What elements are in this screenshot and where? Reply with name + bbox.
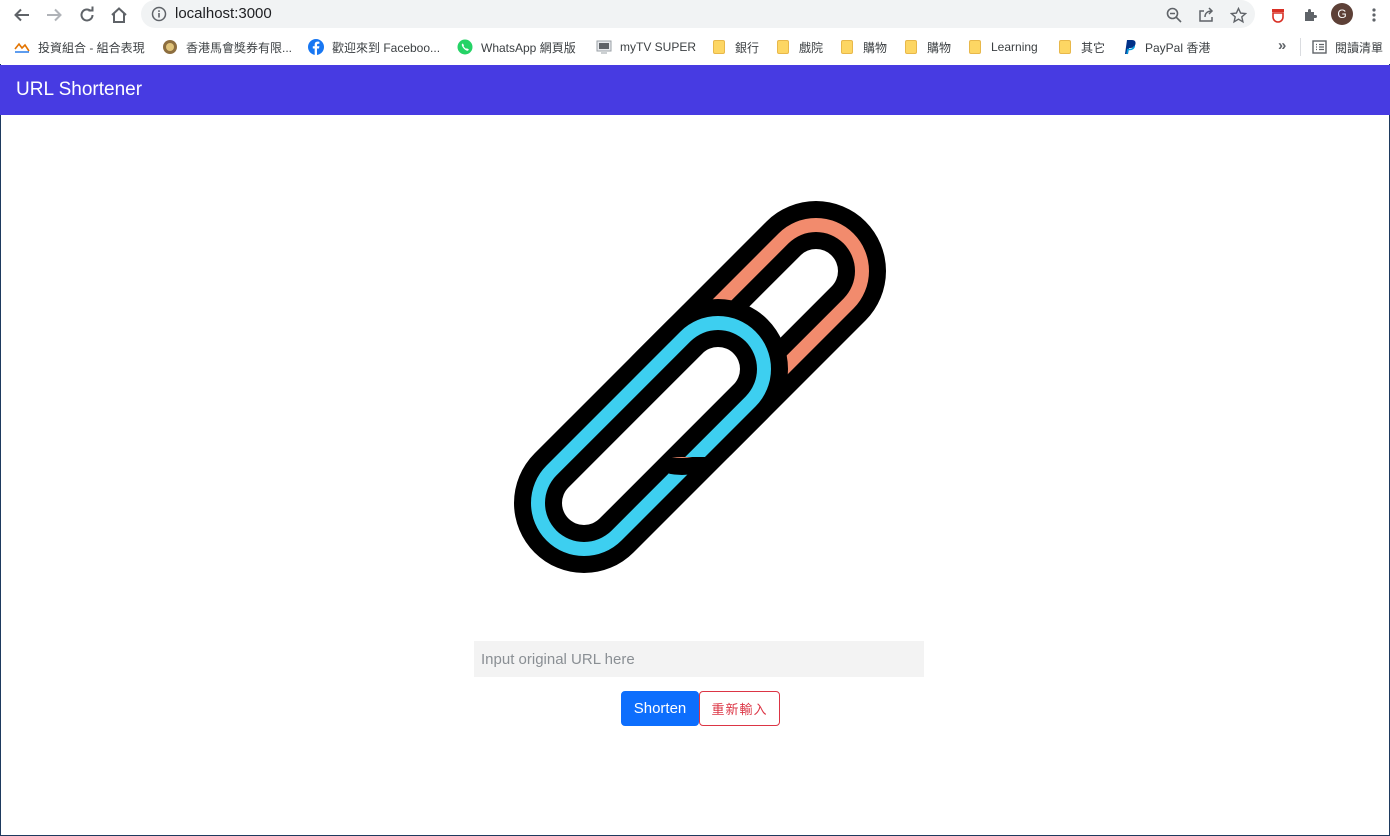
browser-toolbar: localhost:3000 G xyxy=(0,0,1390,30)
home-icon[interactable] xyxy=(108,4,130,26)
bookmark-label: Learning xyxy=(991,40,1038,54)
hkjc-icon xyxy=(162,39,178,55)
site-info-icon[interactable] xyxy=(151,6,167,27)
bookmark-label: PayPal 香港 xyxy=(1145,40,1211,55)
bookmarks-bar: 投資組合 - 組合表現 香港馬會獎券有限... 歡迎來到 Faceboo... … xyxy=(0,32,1390,62)
bookmark-folder[interactable]: 購物 xyxy=(903,38,951,56)
bookmark-label: 銀行 xyxy=(735,40,760,55)
bookmark-label: 戲院 xyxy=(799,40,824,55)
more-bookmarks-chevron[interactable]: » xyxy=(1278,36,1286,54)
bookmark-item[interactable]: 投資組合 - 組合表現 xyxy=(14,38,145,56)
bookmark-folder[interactable]: Learning xyxy=(967,38,1038,56)
reading-list-icon xyxy=(1311,39,1327,55)
bookmark-label: 購物 xyxy=(863,40,888,55)
bookmark-folder[interactable]: 購物 xyxy=(839,38,887,56)
bookmark-label: 購物 xyxy=(927,40,952,55)
original-url-input[interactable] xyxy=(474,641,924,677)
folder-icon xyxy=(967,39,983,55)
folder-icon xyxy=(1057,39,1073,55)
bookmarks-separator xyxy=(1300,38,1301,56)
reading-list-label: 閱讀清單 xyxy=(1335,40,1384,55)
bookmark-folder[interactable]: 銀行 xyxy=(711,38,759,56)
mytv-icon xyxy=(596,39,612,55)
share-icon[interactable] xyxy=(1197,6,1215,24)
bookmark-item[interactable]: 歡迎來到 Faceboo... xyxy=(308,38,440,56)
app-brand[interactable]: URL Shortener xyxy=(16,79,142,101)
zoom-icon[interactable] xyxy=(1165,6,1183,24)
app-navbar: URL Shortener xyxy=(0,65,1390,115)
facebook-icon xyxy=(308,39,324,55)
profile-avatar[interactable]: G xyxy=(1331,3,1353,25)
portfolio-icon xyxy=(14,39,30,55)
bookmark-folder[interactable]: 戲院 xyxy=(775,38,823,56)
bookmark-label: 投資組合 - 組合表現 xyxy=(38,40,145,55)
address-url: localhost:3000 xyxy=(175,5,272,22)
folder-icon xyxy=(839,39,855,55)
back-icon[interactable] xyxy=(11,4,33,26)
bookmark-item[interactable]: 香港馬會獎券有限... xyxy=(162,38,292,56)
reload-icon[interactable] xyxy=(76,4,98,26)
whatsapp-icon xyxy=(457,39,473,55)
bookmark-label: WhatsApp 網頁版 xyxy=(481,40,576,55)
bookmark-item[interactable]: myTV SUPER xyxy=(596,38,696,56)
folder-icon xyxy=(903,39,919,55)
bookmark-folder[interactable]: 其它 xyxy=(1057,38,1105,56)
bookmark-label: 歡迎來到 Faceboo... xyxy=(332,40,441,55)
reset-button[interactable]: 重新輸入 xyxy=(699,691,780,726)
bookmark-label: 香港馬會獎券有限... xyxy=(186,40,293,55)
shorten-button[interactable]: Shorten xyxy=(621,691,699,726)
bookmark-label: myTV SUPER xyxy=(620,40,697,54)
paypal-icon xyxy=(1121,39,1137,55)
address-bar[interactable]: localhost:3000 xyxy=(141,0,1255,28)
chain-link-icon xyxy=(466,157,932,623)
bookmark-label: 其它 xyxy=(1081,40,1106,55)
bookmark-star-icon[interactable] xyxy=(1229,6,1247,24)
bookmark-item[interactable]: PayPal 香港 xyxy=(1121,38,1210,56)
forward-icon[interactable] xyxy=(43,4,65,26)
extension-shield-icon[interactable] xyxy=(1267,4,1289,26)
extensions-puzzle-icon[interactable] xyxy=(1299,4,1321,26)
folder-icon xyxy=(711,39,727,55)
folder-icon xyxy=(775,39,791,55)
reading-list[interactable]: 閱讀清單 xyxy=(1311,38,1383,56)
bookmark-item[interactable]: WhatsApp 網頁版 xyxy=(457,38,576,56)
menu-kebab-icon[interactable] xyxy=(1363,4,1385,26)
